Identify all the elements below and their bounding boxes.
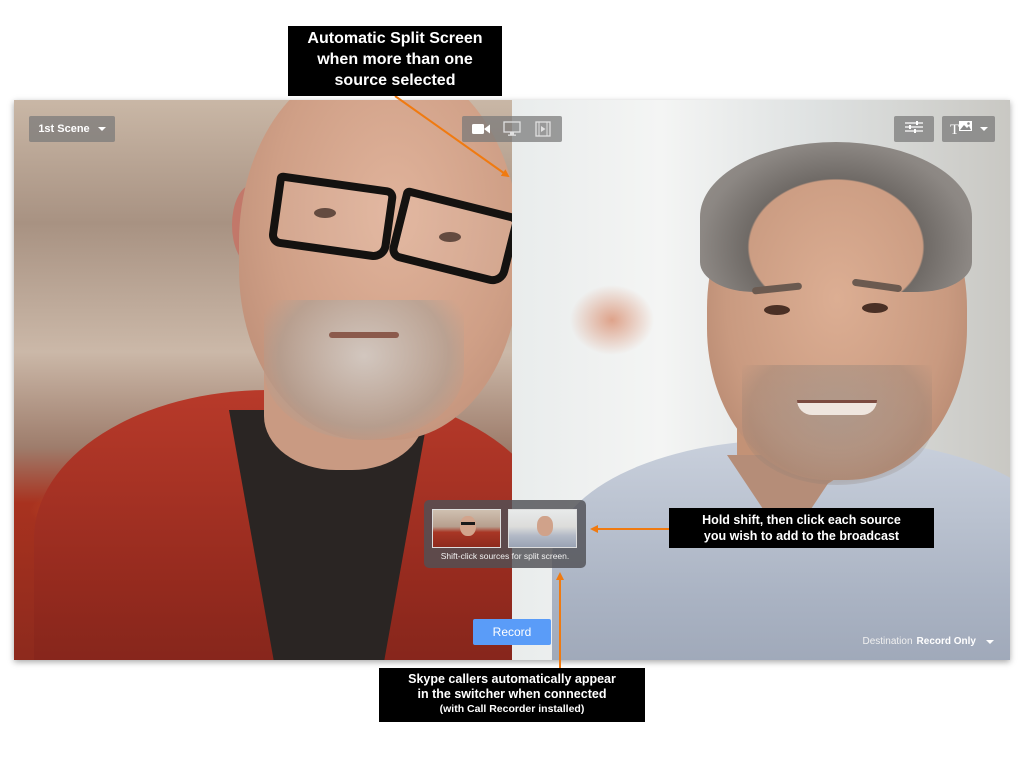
monitor-icon[interactable]	[500, 119, 524, 139]
callout-split-screen: Automatic Split Screen when more than on…	[288, 26, 502, 96]
person-right-beard	[742, 365, 932, 485]
scene-selector[interactable]: 1st Scene	[29, 116, 115, 142]
person-left-mouth	[329, 332, 399, 338]
callout-line: when more than one	[317, 51, 473, 68]
person-right-eye	[764, 305, 790, 315]
video-feed-left	[14, 100, 512, 660]
callout-skype: Skype callers automatically appear in th…	[379, 668, 645, 722]
callout-note: (with Call Recorder installed)	[439, 703, 585, 715]
video-feed-right	[512, 100, 1010, 660]
source-thumbnail[interactable]	[432, 509, 501, 548]
chevron-down-icon	[986, 639, 994, 644]
film-icon[interactable]	[531, 119, 555, 139]
source-thumbnail[interactable]	[508, 509, 577, 548]
person-right-eye	[862, 303, 888, 313]
callout-line: in the switcher when connected	[417, 687, 607, 701]
overlay-menu-button[interactable]: T	[942, 116, 995, 142]
video-camera-icon[interactable]	[469, 119, 493, 139]
person-right-hair	[700, 142, 972, 292]
source-switcher: Shift-click sources for split screen.	[424, 500, 586, 568]
chevron-down-icon	[97, 127, 106, 131]
callout-shift-click: Hold shift, then click each source you w…	[669, 508, 934, 548]
callout-line: you wish to add to the broadcast	[703, 529, 900, 543]
thumbnail-person	[537, 516, 553, 536]
callout-line: source selected	[334, 72, 456, 89]
record-button[interactable]: Record	[473, 619, 551, 645]
text-image-overlay-icon: T	[950, 119, 974, 140]
video-preview: 1st Scene T Shift-click sources for spli…	[14, 100, 1010, 660]
thumbnail-person	[460, 516, 476, 536]
sliders-icon	[904, 120, 924, 139]
settings-button[interactable]	[894, 116, 934, 142]
callout-line: Skype callers automatically appear	[408, 672, 616, 686]
source-type-bar	[462, 116, 562, 142]
destination-selector[interactable]: Destination Record Only	[862, 636, 994, 647]
person-right-mouth	[797, 400, 877, 415]
chevron-down-icon	[979, 127, 988, 131]
destination-value: Record Only	[916, 636, 976, 647]
callout-line: Hold shift, then click each source	[702, 513, 901, 527]
person-left-beard	[264, 300, 464, 440]
thumbnail-glasses	[461, 522, 475, 525]
callout-line: Automatic Split Screen	[307, 30, 483, 47]
scene-selector-label: 1st Scene	[38, 123, 90, 135]
svg-text:T: T	[950, 122, 959, 135]
switcher-hint: Shift-click sources for split screen.	[440, 551, 570, 561]
destination-label: Destination	[862, 636, 913, 647]
